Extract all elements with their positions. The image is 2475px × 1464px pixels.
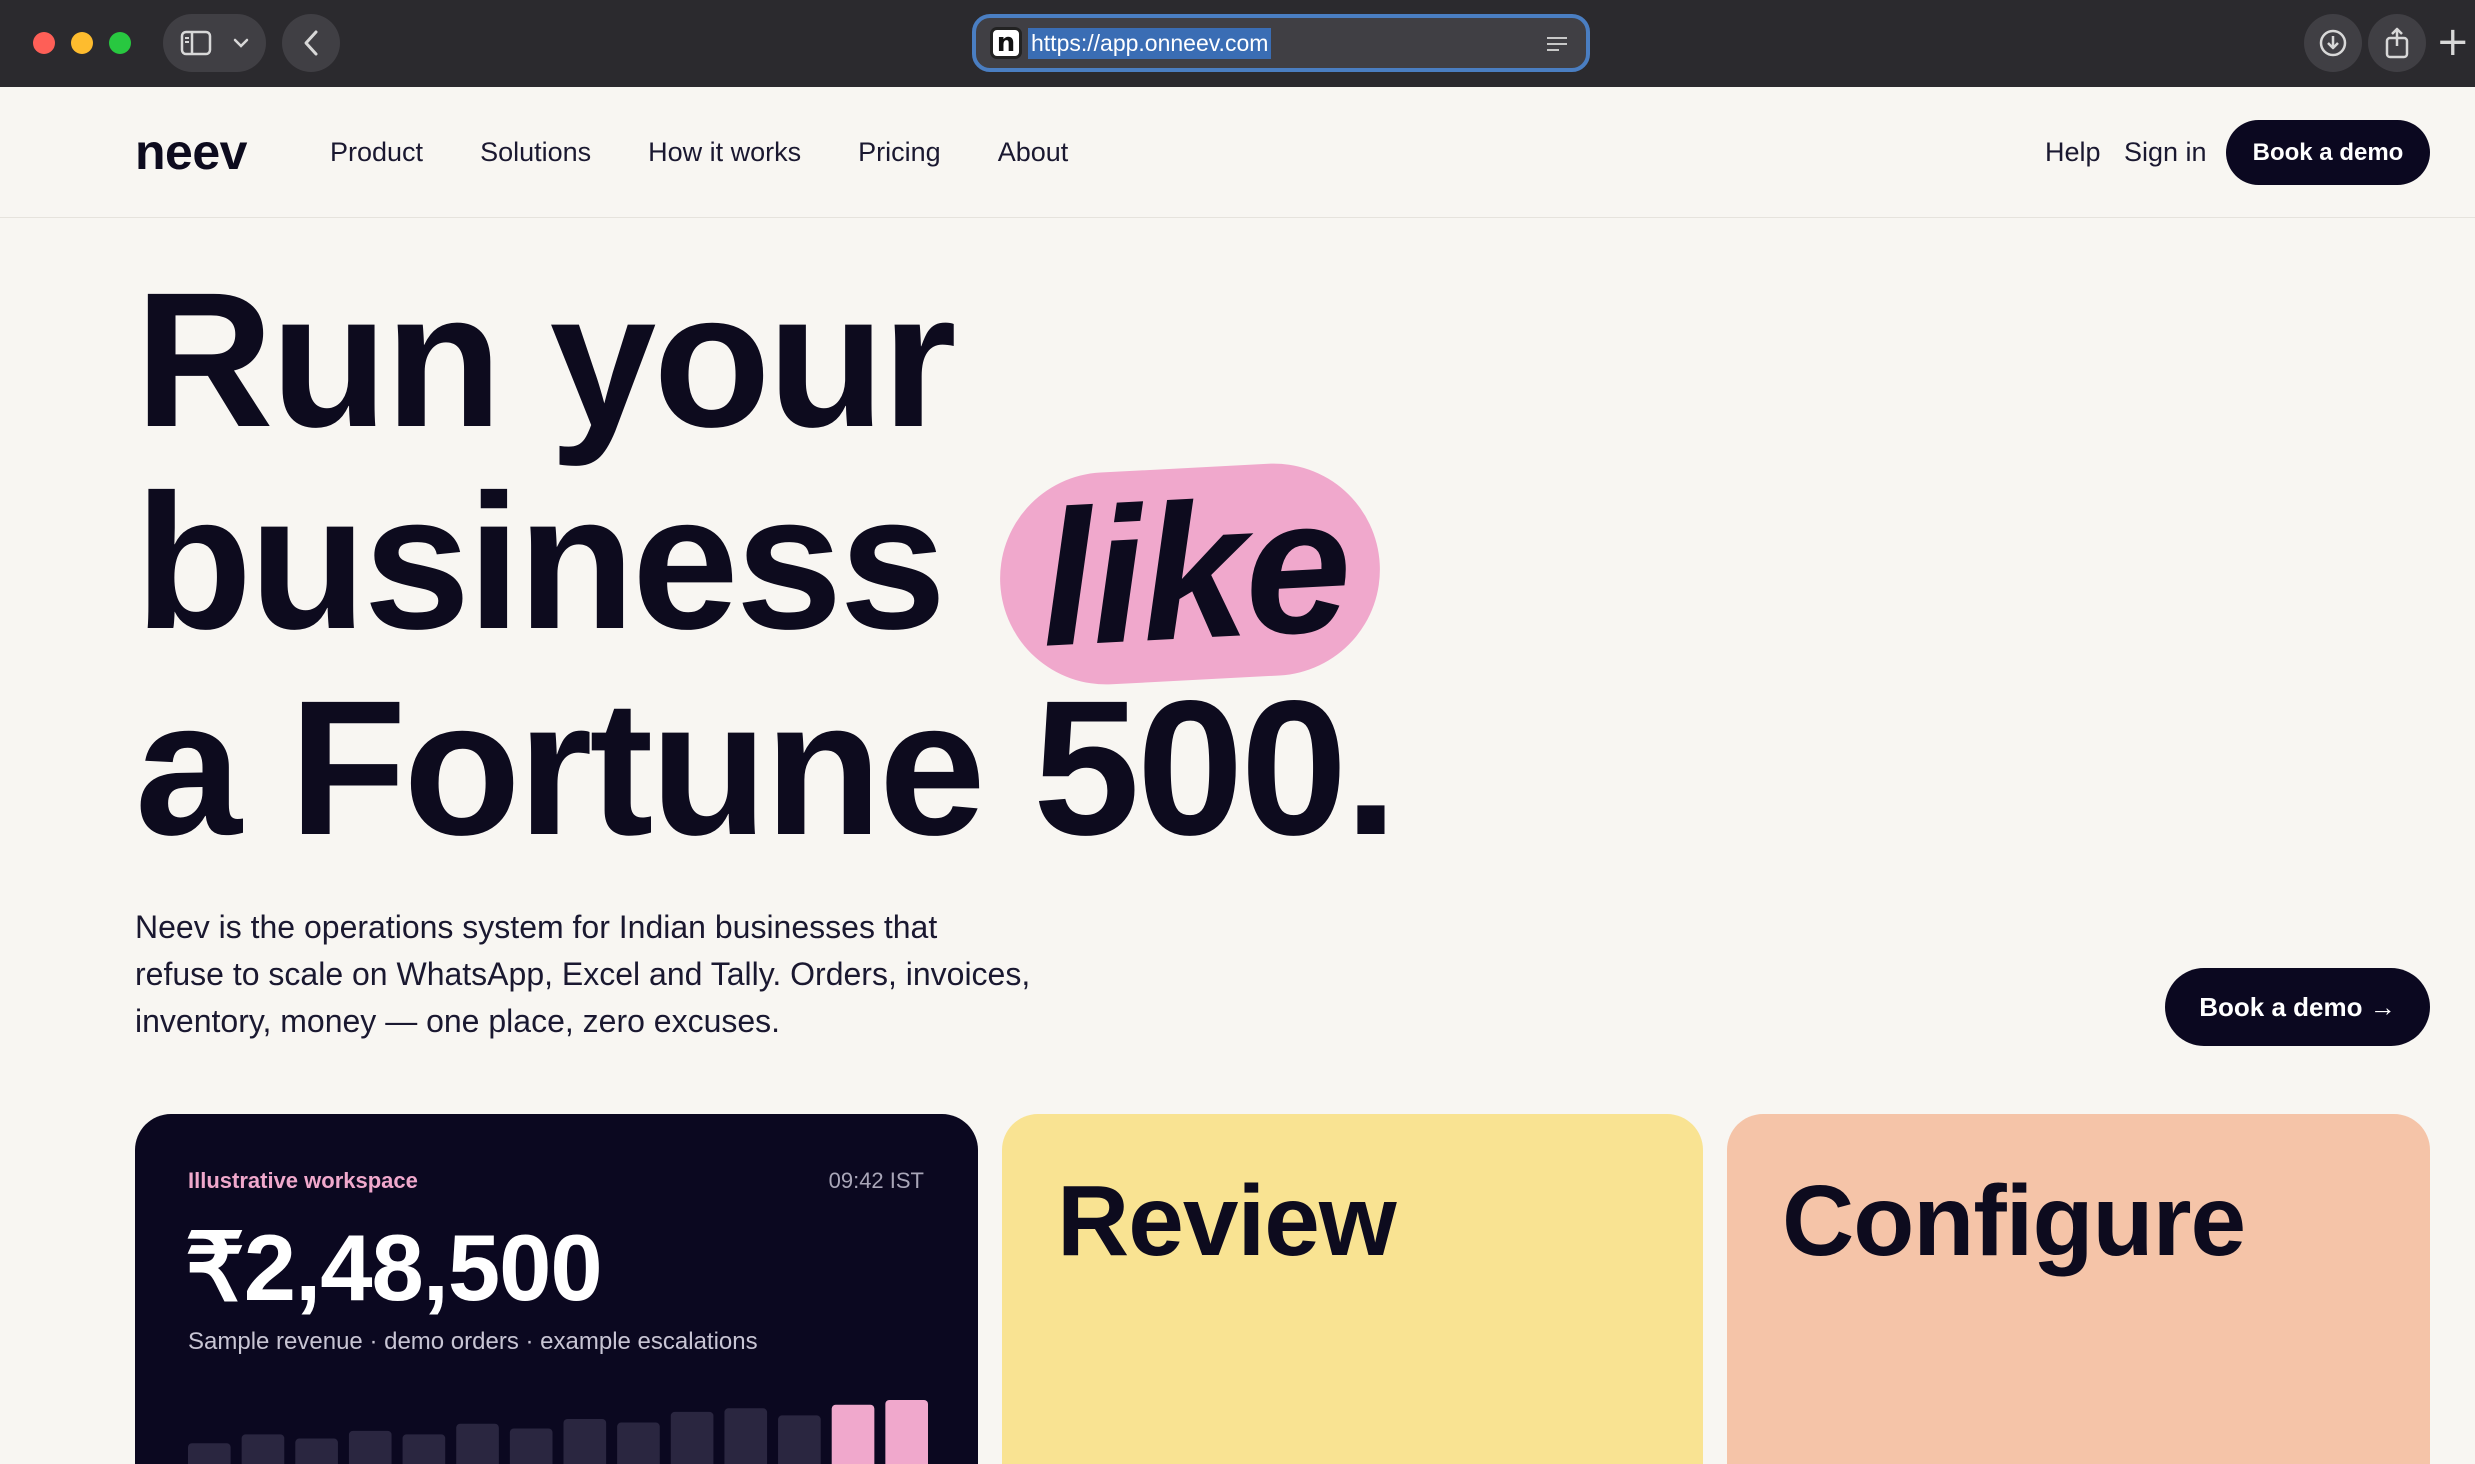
site-favicon-icon: n <box>990 27 1022 59</box>
revenue-bar-1 <box>188 1443 231 1464</box>
site-header: neev Product Solutions How it works Pric… <box>0 87 2475 218</box>
url-text[interactable]: https://app.onneev.com <box>1028 27 1272 59</box>
hero-headline: Run your business like a Fortune 500. <box>135 252 1398 875</box>
headline-business: business <box>135 454 946 669</box>
revenue-bar-8 <box>563 1418 607 1464</box>
sidebar-icon <box>180 30 211 56</box>
headline-highlight-pill: like <box>994 456 1386 690</box>
share-button[interactable] <box>2368 14 2426 72</box>
new-tab-button[interactable]: + <box>2436 22 2470 62</box>
review-card-title: Review <box>1057 1165 1397 1277</box>
nav-how-it-works[interactable]: How it works <box>648 137 801 168</box>
zoom-window-button[interactable] <box>109 32 131 54</box>
chevron-left-icon <box>304 30 318 56</box>
help-link[interactable]: Help <box>2045 137 2101 168</box>
revenue-bar-6 <box>456 1423 499 1464</box>
configure-card-title: Configure <box>1782 1165 2246 1277</box>
revenue-bar-5 <box>402 1434 446 1464</box>
close-window-button[interactable] <box>33 32 55 54</box>
revenue-bar-3 <box>295 1438 338 1464</box>
neev-logo[interactable]: neev <box>135 123 247 181</box>
configure-card[interactable]: Configure <box>1727 1114 2430 1464</box>
nav-product[interactable]: Product <box>330 137 423 168</box>
book-demo-button[interactable]: Book a demo <box>2226 120 2430 185</box>
share-icon <box>2385 27 2409 59</box>
download-icon <box>2319 29 2347 57</box>
revenue-bar-2 <box>241 1434 285 1464</box>
headline-line-2: business like <box>135 456 1395 690</box>
nav-solutions[interactable]: Solutions <box>480 137 591 168</box>
revenue-bar-7 <box>509 1428 553 1464</box>
workspace-revenue-amount: ₹2,48,500 <box>185 1215 603 1320</box>
revenue-bar-12 <box>778 1415 821 1464</box>
workspace-card: Illustrative workspace 09:42 IST ₹2,48,5… <box>135 1114 978 1464</box>
main-nav: Product Solutions How it works Pricing A… <box>330 87 1125 218</box>
review-card[interactable]: Review <box>1002 1114 1703 1464</box>
address-bar[interactable]: n https://app.onneev.com <box>972 14 1590 72</box>
sign-in-link[interactable]: Sign in <box>2124 137 2207 168</box>
downloads-button[interactable] <box>2304 14 2362 72</box>
minimize-window-button[interactable] <box>71 32 93 54</box>
revenue-bar-13 <box>831 1404 875 1464</box>
chevron-down-icon <box>233 38 248 48</box>
workspace-time: 09:42 IST <box>828 1168 924 1193</box>
hero-description: Neev is the operations system for Indian… <box>135 909 1031 1039</box>
back-button[interactable] <box>282 14 340 72</box>
nav-pricing[interactable]: Pricing <box>858 137 941 168</box>
workspace-subtitle: Sample revenue · demo orders · example e… <box>188 1328 758 1355</box>
revenue-bar-14 <box>885 1400 928 1464</box>
revenue-bar-9 <box>617 1422 660 1464</box>
headline-line-3: a Fortune 500. <box>135 660 1398 875</box>
sidebar-toggle-button[interactable] <box>163 14 266 72</box>
browser-toolbar: n https://app.onneev.com + <box>0 0 2475 87</box>
revenue-bar-11 <box>724 1408 768 1464</box>
revenue-bar-chart <box>188 1400 928 1464</box>
revenue-bar-4 <box>348 1430 392 1464</box>
headline-line-1: Run your <box>135 252 957 467</box>
reader-mode-icon[interactable] <box>1546 36 1568 52</box>
workspace-label: Illustrative workspace <box>188 1168 418 1193</box>
nav-about[interactable]: About <box>998 137 1069 168</box>
hero-book-demo-button[interactable]: Book a demo → <box>2165 968 2430 1046</box>
revenue-bar-10 <box>670 1411 714 1464</box>
